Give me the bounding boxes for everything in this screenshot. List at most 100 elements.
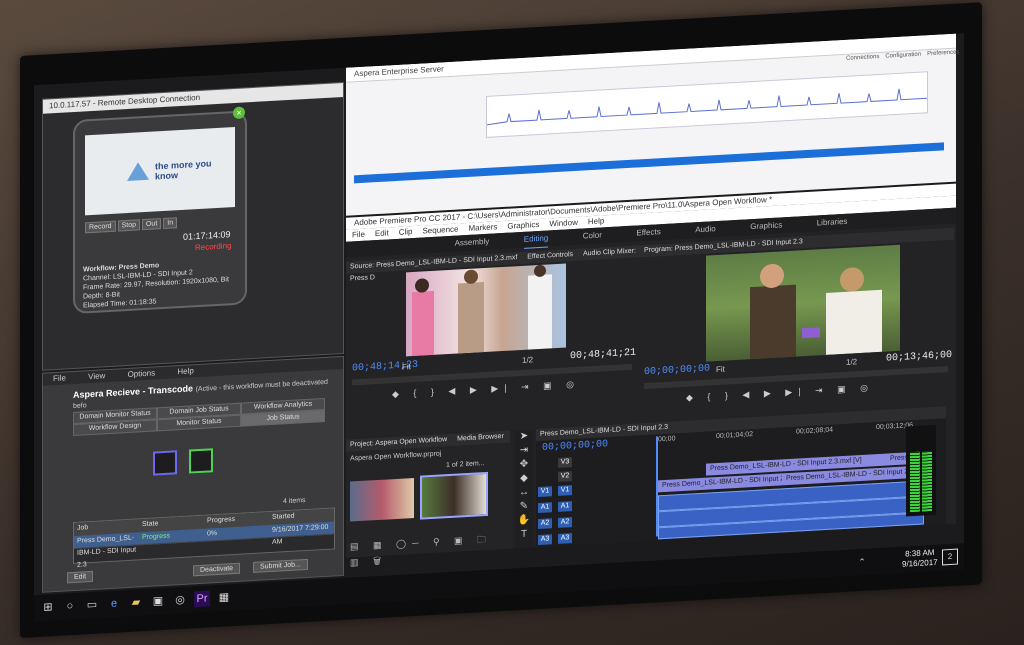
connections-button[interactable]: Connections	[846, 54, 879, 62]
track-v1-label[interactable]: V1	[558, 485, 572, 496]
transfer-row-selected[interactable]	[354, 142, 944, 184]
submit-job-button[interactable]: Submit Job...	[253, 558, 308, 573]
preferences-button[interactable]: Preferences	[927, 49, 959, 57]
pr-menu-markers[interactable]: Markers	[469, 222, 498, 233]
menu-options[interactable]: Options	[128, 368, 156, 379]
workspace-audio[interactable]: Audio	[695, 221, 715, 238]
track-a1-label[interactable]: A1	[558, 501, 572, 512]
edit-button[interactable]: Edit	[67, 570, 94, 584]
selection-tool-icon[interactable]: ➤	[514, 429, 534, 444]
taskbar-clock[interactable]: 8:38 AM 9/16/2017	[902, 548, 938, 570]
slip-tool-icon[interactable]: ↔	[514, 485, 534, 500]
hand-tool-icon[interactable]: ✋	[514, 513, 534, 528]
workspace-libraries[interactable]: Libraries	[817, 214, 848, 232]
tools-panel: ➤ ⇥ ✥ ◆ ↔ ✎ ✋ T	[514, 429, 534, 549]
configuration-button[interactable]: Configuration	[885, 52, 921, 60]
razor-tool-icon[interactable]: ◆	[514, 471, 534, 486]
audio-meters	[906, 424, 936, 517]
pr-menu-file[interactable]: File	[352, 230, 365, 240]
deactivate-button[interactable]: Deactivate	[193, 562, 241, 577]
source-transport-controls[interactable]: ◆ { } ◀ ▶ ▶| ⇥ ▣ ◎	[392, 379, 580, 401]
pen-tool-icon[interactable]: ✎	[514, 499, 534, 514]
workspace-assembly[interactable]: Assembly	[455, 234, 490, 252]
premiere-taskbar-icon[interactable]: Pr	[194, 590, 210, 608]
pr-menu-sequence[interactable]: Sequence	[422, 224, 458, 235]
premiere-window[interactable]: Adobe Premiere Pro CC 2017 - C:\Users\Ad…	[346, 183, 956, 568]
items-count: 4 items	[283, 497, 306, 506]
source-fit-select[interactable]: Fit	[402, 362, 411, 371]
stop-button[interactable]: Stop	[117, 219, 140, 232]
workspace-editing[interactable]: Editing	[523, 230, 549, 249]
program-transport-controls[interactable]: ◆ { } ◀ ▶ ▶| ⇥ ▣ ◎	[686, 382, 874, 404]
task-view-icon[interactable]: ▭	[84, 597, 100, 614]
audio-meter-right	[922, 451, 932, 512]
edge-browser-icon[interactable]: e	[106, 595, 122, 612]
menu-help[interactable]: Help	[177, 366, 193, 376]
project-file-name: Aspera Open Workflow.prproj	[350, 450, 442, 463]
program-resolution-select[interactable]: 1/2	[846, 357, 857, 367]
track-a3-source[interactable]: A3	[538, 534, 552, 546]
audio-meter-left	[910, 451, 920, 513]
system-tray-icons[interactable]: ⌃ ▭ ◀)	[854, 553, 870, 599]
remote-desktop-icon[interactable]: ◎	[172, 592, 188, 609]
notifications-icon[interactable]: 2	[942, 548, 958, 566]
source-frame-people	[412, 264, 552, 357]
menu-file[interactable]: File	[53, 373, 66, 383]
rainbow-logo-icon	[127, 162, 149, 182]
record-button[interactable]: Record	[85, 220, 116, 234]
windows-start-icon[interactable]: ⊞	[40, 599, 56, 616]
workspace-color[interactable]: Color	[583, 227, 602, 244]
track-a1-source[interactable]: A1	[538, 502, 552, 514]
ripple-edit-tool-icon[interactable]: ✥	[514, 457, 534, 472]
workflow-node-transcode[interactable]	[189, 448, 213, 474]
capture-info: Workflow: Press Demo Channel: LSL-IBM-LD…	[83, 257, 243, 311]
program-fit-select[interactable]: Fit	[716, 365, 725, 374]
menu-view[interactable]: View	[88, 371, 105, 381]
workspace-effects[interactable]: Effects	[636, 224, 660, 241]
track-a3-label[interactable]: A3	[558, 533, 572, 544]
workspace-graphics[interactable]: Graphics	[750, 217, 782, 235]
pr-menu-graphics[interactable]: Graphics	[507, 220, 539, 231]
program-frame-people	[750, 263, 882, 360]
track-select-tool-icon[interactable]: ⇥	[514, 443, 534, 458]
workflow-node-receive[interactable]	[153, 450, 177, 476]
pr-menu-clip[interactable]: Clip	[399, 227, 413, 237]
in-button[interactable]: In	[163, 217, 178, 229]
project-panel-toolbar[interactable]: ▤ ▦ ◯─ ⚲ ▣ 🗀 ▥ 🗑	[350, 531, 511, 572]
store-icon[interactable]: ▣	[150, 593, 166, 610]
file-explorer-icon[interactable]: ▰	[128, 594, 144, 611]
capture-timecode: 01:17:14:09	[183, 229, 231, 242]
track-v2-label[interactable]: V2	[558, 471, 572, 482]
close-icon[interactable]: ×	[233, 106, 245, 120]
track-v1-source[interactable]: V1	[538, 486, 552, 498]
project-thumbnail-2[interactable]	[420, 471, 488, 520]
aspera-taskbar-icon[interactable]: ▦	[216, 589, 232, 606]
project-thumbnail-1[interactable]	[350, 477, 414, 522]
tab-project[interactable]: Project: Aspera Open Workflow	[350, 436, 447, 448]
aspera-workflow-window[interactable]: File View Options Help Aspera Recieve - …	[42, 355, 344, 593]
recording-status: Recording	[195, 241, 232, 253]
program-duration: 00;13;46;00	[886, 349, 953, 365]
pr-menu-help[interactable]: Help	[588, 216, 604, 226]
clock-date: 9/16/2017	[902, 557, 938, 569]
pr-menu-window[interactable]: Window	[549, 218, 577, 229]
track-a2-source[interactable]: A2	[538, 518, 552, 530]
remote-desktop-title: 10.0.117.57 - Remote Desktop Connection	[43, 82, 343, 114]
tab-sequence[interactable]: Press Demo_LSL-IBM-LD - SDI Input 2.3	[540, 424, 668, 438]
search-icon[interactable]: ○	[62, 598, 78, 615]
project-item-count: 1 of 2 item...	[446, 460, 485, 470]
source-resolution-select[interactable]: 1/2	[522, 355, 533, 365]
remote-desktop-window[interactable]: 10.0.117.57 - Remote Desktop Connection …	[42, 81, 344, 371]
job-name-cell: Press Demo_LSL-IBM-LD - SDI Input 2.3	[77, 534, 137, 569]
track-v3-label[interactable]: V3	[558, 457, 572, 468]
track-a2-label[interactable]: A2	[558, 517, 572, 528]
pr-menu-edit[interactable]: Edit	[375, 228, 389, 238]
tab-media-browser[interactable]: Media Browser	[457, 433, 504, 443]
timeline-timecode[interactable]: 00;00;00;00	[542, 439, 608, 454]
program-timecode[interactable]: 00;00;00;00	[644, 363, 710, 378]
out-button[interactable]: Out	[141, 218, 162, 231]
type-tool-icon[interactable]: T	[514, 527, 534, 542]
capture-monitor-panel: × the more you know Record Stop Out In 01:1…	[73, 106, 247, 315]
timeline-panel: Press Demo_LSL-IBM-LD - SDI Input 2.3 00…	[536, 406, 946, 548]
tab-effect-controls[interactable]: Effect Controls	[527, 251, 573, 261]
